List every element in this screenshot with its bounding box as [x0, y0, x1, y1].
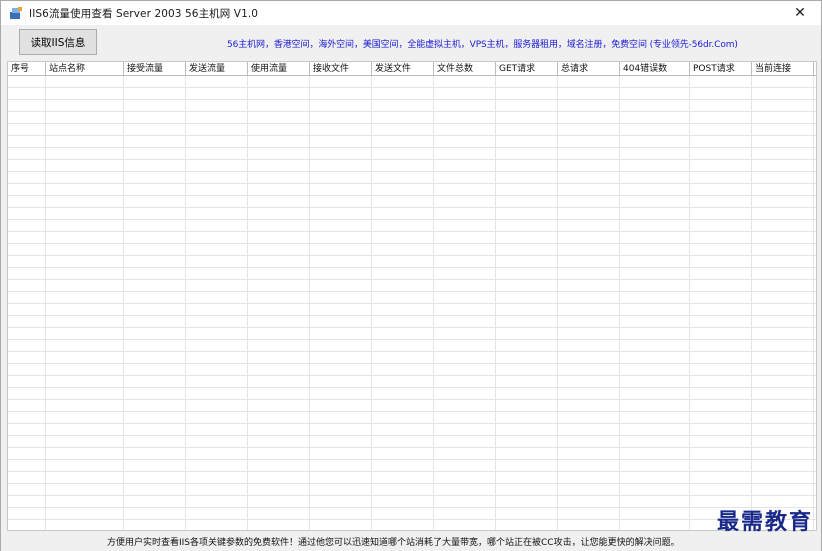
grid-row-divider — [8, 519, 816, 520]
grid-row-divider — [8, 339, 816, 340]
close-icon: ✕ — [794, 5, 806, 21]
grid-row-divider — [8, 255, 816, 256]
window-title: IIS6流量使用查看 Server 2003 56主机网 V1.0 — [29, 7, 259, 20]
column-header[interactable]: 总请求 — [558, 62, 620, 76]
grid-row-divider — [8, 483, 816, 484]
column-header[interactable]: 序号 — [8, 62, 46, 76]
watermark-logo: 最需教育 — [716, 509, 813, 535]
grid-row-divider — [8, 279, 816, 280]
grid-row-divider — [8, 171, 816, 172]
grid-row-divider — [8, 87, 816, 88]
grid-row-divider — [8, 219, 816, 220]
grid-row-divider — [8, 303, 816, 304]
close-button[interactable]: ✕ — [785, 2, 815, 24]
grid-row-divider — [8, 315, 816, 316]
grid-row-divider — [8, 375, 816, 376]
table-body[interactable] — [8, 76, 816, 530]
grid-row-divider — [8, 111, 816, 112]
grid-row-divider — [8, 435, 816, 436]
column-header[interactable]: 404错误数 — [620, 62, 690, 76]
column-header[interactable]: 使用流量 — [248, 62, 310, 76]
grid-row-divider — [8, 423, 816, 424]
read-iis-info-button[interactable]: 读取IIS信息 — [19, 29, 97, 55]
grid-row-divider — [8, 243, 816, 244]
table-header: 序号 站点名称 接受流量 发送流量 使用流量 接收文件 发送文件 文件总数 GET请求 总请求 40… — [8, 62, 816, 76]
column-header[interactable]: 当前连接 — [752, 62, 814, 76]
column-header[interactable]: 发送文件 — [372, 62, 434, 76]
column-header[interactable]: POST请求 — [690, 62, 752, 76]
title-bar[interactable]: IIS6流量使用查看 Server 2003 56主机网 V1.0 ✕ — [1, 1, 821, 25]
grid-row-divider — [8, 123, 816, 124]
grid-row-divider — [8, 387, 816, 388]
grid-row-divider — [8, 159, 816, 160]
grid-row-divider — [8, 207, 816, 208]
grid-row-divider — [8, 99, 816, 100]
grid-row-divider — [8, 411, 816, 412]
grid-row-divider — [8, 195, 816, 196]
column-header[interactable]: 接受流量 — [124, 62, 186, 76]
app-window: IIS6流量使用查看 Server 2003 56主机网 V1.0 ✕ 读取II… — [0, 0, 822, 551]
grid-row-divider — [8, 327, 816, 328]
grid-row-divider — [8, 135, 816, 136]
column-header[interactable]: 接收文件 — [310, 62, 372, 76]
grid-row-divider — [8, 459, 816, 460]
grid-row-divider — [8, 363, 816, 364]
grid-row-divider — [8, 291, 816, 292]
toolbar: 读取IIS信息 56主机网，香港空间，海外空间，美国空间，全能虚拟主机，VPS主… — [1, 25, 821, 61]
grid-row-divider — [8, 351, 816, 352]
grid-row-divider — [8, 399, 816, 400]
ad-links[interactable]: 56主机网，香港空间，海外空间，美国空间，全能虚拟主机，VPS主机，服务器租用，… — [227, 37, 738, 50]
grid-row-divider — [8, 267, 816, 268]
grid-row-divider — [8, 231, 816, 232]
column-header[interactable]: 文件总数 — [434, 62, 496, 76]
app-icon — [9, 6, 23, 20]
status-text: 方便用户实时查看IIS各项关键参数的免费软件！通过他您可以迅速知道哪个站消耗了大… — [107, 538, 680, 548]
column-header[interactable]: GET请求 — [496, 62, 558, 76]
grid-row-divider — [8, 447, 816, 448]
column-header[interactable]: 发送流量 — [186, 62, 248, 76]
grid-row-divider — [8, 147, 816, 148]
column-header[interactable]: 站点名称 — [46, 62, 124, 76]
grid-row-divider — [8, 507, 816, 508]
traffic-table[interactable]: 序号 站点名称 接受流量 发送流量 使用流量 接收文件 发送文件 文件总数 GET请求 总请求 40… — [7, 61, 817, 531]
grid-row-divider — [8, 495, 816, 496]
grid-row-divider — [8, 471, 816, 472]
grid-row-divider — [8, 183, 816, 184]
status-bar: 方便用户实时查看IIS各项关键参数的免费软件！通过他您可以迅速知道哪个站消耗了大… — [1, 531, 821, 551]
